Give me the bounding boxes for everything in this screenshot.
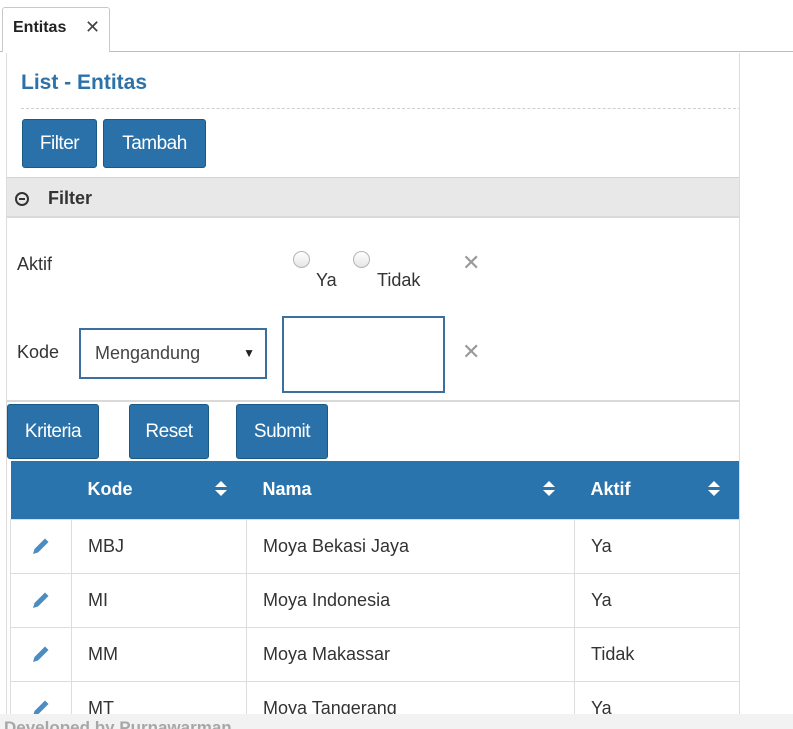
edit-cell (10, 518, 72, 574)
chevron-down-icon: ▼ (243, 346, 255, 360)
cell-kode: MBJ (71, 518, 247, 574)
kode-operator-select[interactable]: Mengandung ▼ (79, 328, 267, 379)
kode-operator-value: Mengandung (95, 343, 201, 363)
sort-icon[interactable] (542, 481, 555, 497)
main-panel: List - Entitas Filter Tambah Filter Akti… (6, 53, 740, 729)
entity-table: Kode Nama Aktif MBJ Moya Bekasi Jaya Ya … (10, 461, 739, 729)
aktif-radio-tidak[interactable] (353, 251, 370, 268)
criteria-button[interactable]: Kriteria (7, 404, 99, 459)
aktif-radio-ya[interactable] (293, 251, 310, 268)
clear-aktif-icon[interactable]: ✕ (462, 250, 480, 276)
column-edit (10, 461, 72, 519)
sort-icon[interactable] (707, 481, 720, 497)
filter-header[interactable]: Filter (7, 177, 739, 218)
tab-label: Entitas (13, 19, 67, 36)
footer: Developed by Purnawarman (0, 714, 793, 729)
table-row[interactable]: MM Moya Makassar Tidak (10, 626, 739, 682)
footer-text: Developed by Purnawarman (4, 718, 232, 729)
edit-cell (10, 572, 72, 628)
pencil-icon[interactable] (30, 535, 52, 557)
table-row[interactable]: MBJ Moya Bekasi Jaya Ya (10, 518, 739, 574)
cell-nama: Moya Bekasi Jaya (246, 518, 575, 574)
column-label: Kode (87, 479, 133, 500)
cell-aktif: Ya (574, 518, 739, 574)
sort-icon[interactable] (214, 481, 227, 497)
clear-kode-icon[interactable]: ✕ (462, 339, 480, 365)
cell-kode: MI (71, 572, 247, 628)
table-row[interactable]: MI Moya Indonesia Ya (10, 572, 739, 628)
column-label: Nama (262, 479, 312, 500)
page-title: List - Entitas (21, 71, 148, 94)
column-label: Aktif (590, 479, 631, 500)
submit-button[interactable]: Submit (236, 404, 328, 459)
column-aktif[interactable]: Aktif (574, 461, 739, 519)
cell-aktif: Tidak (574, 626, 739, 682)
column-kode[interactable]: Kode (71, 461, 247, 519)
tab-strip-divider (0, 51, 793, 52)
table-header-row: Kode Nama Aktif (10, 461, 739, 519)
pencil-icon[interactable] (30, 643, 52, 665)
cell-kode: MM (71, 626, 247, 682)
kode-label: Kode (17, 342, 60, 362)
aktif-option-ya: Ya (316, 270, 337, 290)
kode-value-input[interactable] (282, 316, 445, 393)
reset-button[interactable]: Reset (129, 404, 209, 459)
cell-nama: Moya Indonesia (246, 572, 575, 628)
edit-cell (10, 626, 72, 682)
add-button[interactable]: Tambah (103, 119, 206, 168)
title-divider (21, 108, 739, 109)
collapse-icon[interactable] (15, 192, 29, 206)
aktif-option-tidak: Tidak (377, 270, 421, 290)
cell-nama: Moya Makassar (246, 626, 575, 682)
filter-title: Filter (48, 188, 93, 208)
tab-entitas[interactable]: Entitas ✕ (2, 7, 110, 52)
filter-body: Aktif Ya Tidak ✕ Kode Mengandung ▼ ✕ (7, 218, 739, 402)
aktif-label: Aktif (17, 254, 53, 274)
column-nama[interactable]: Nama (246, 461, 575, 519)
pencil-icon[interactable] (30, 589, 52, 611)
cell-aktif: Ya (574, 572, 739, 628)
filter-button[interactable]: Filter (22, 119, 97, 168)
close-icon[interactable]: ✕ (85, 17, 100, 38)
tab-strip: Entitas ✕ (0, 0, 793, 53)
